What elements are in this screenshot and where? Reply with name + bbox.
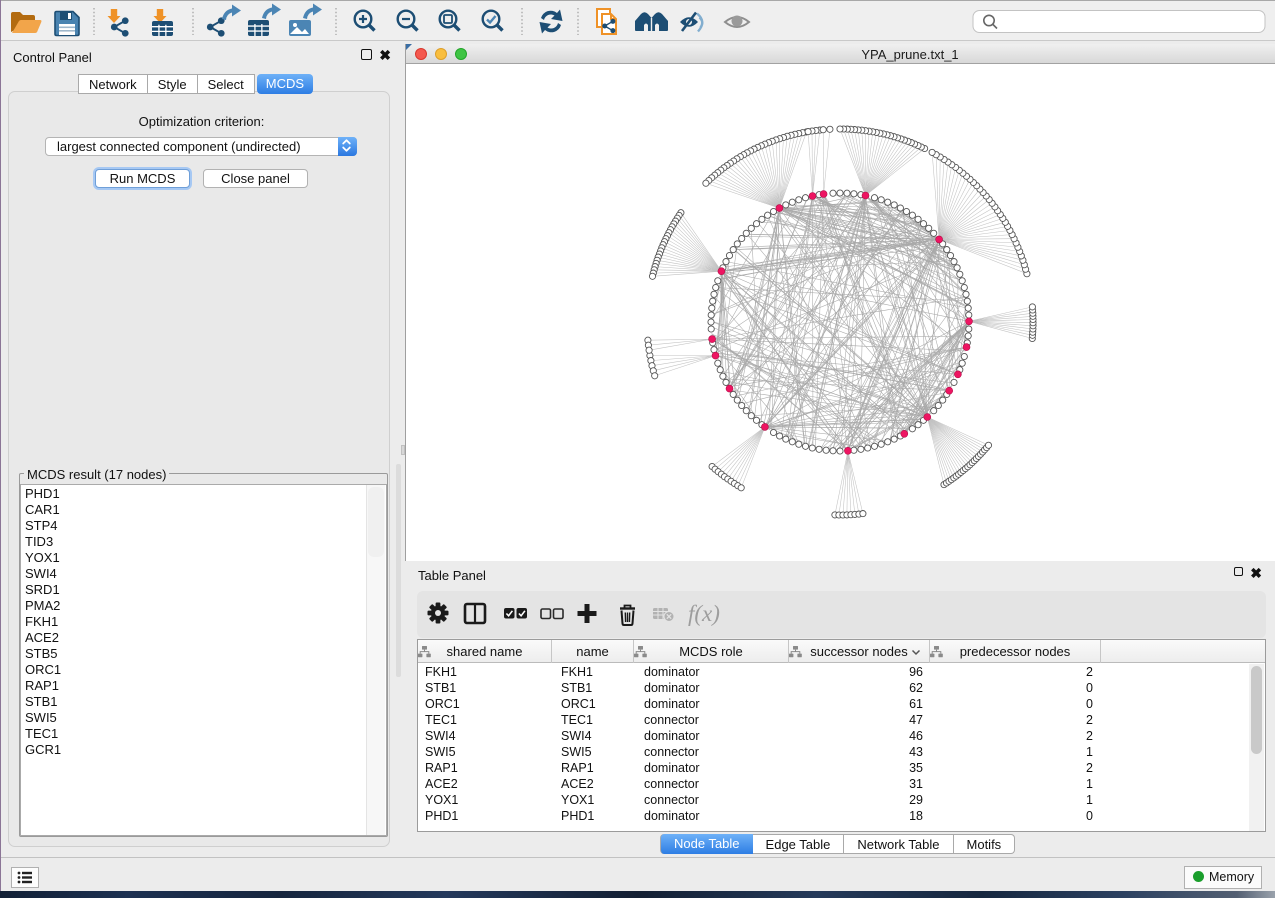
svg-text:f(x): f(x): [688, 601, 720, 626]
